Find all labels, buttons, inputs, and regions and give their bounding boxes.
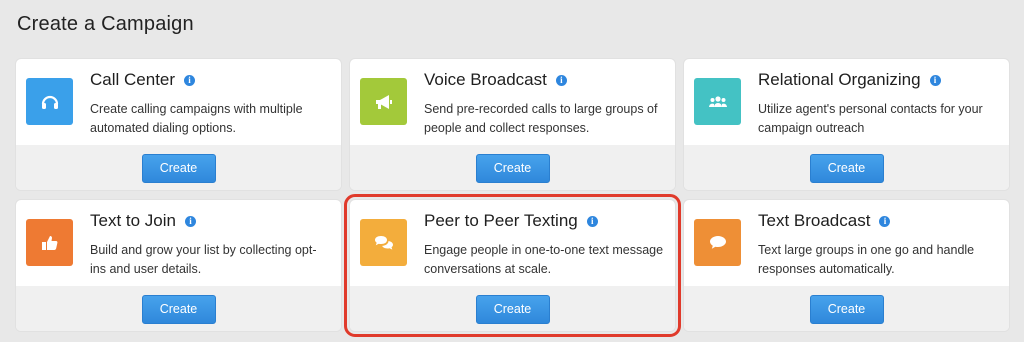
info-icon[interactable]: i xyxy=(929,74,941,86)
create-peer-to-peer-texting-button[interactable]: Create xyxy=(475,294,550,324)
info-icon[interactable]: i xyxy=(555,74,567,86)
megaphone-icon xyxy=(360,78,407,125)
card-title: Peer to Peer Texting xyxy=(424,211,578,230)
campaign-card-voice-broadcast: Voice Broadcast i Send pre-recorded call… xyxy=(350,59,675,190)
create-call-center-button[interactable]: Create xyxy=(141,153,216,183)
card-title: Text Broadcast xyxy=(758,211,871,230)
card-title: Relational Organizing xyxy=(758,70,921,89)
info-icon[interactable]: i xyxy=(586,215,598,227)
card-title: Text to Join xyxy=(90,211,176,230)
campaign-card-text-to-join: Text to Join i Build and grow your list … xyxy=(16,200,341,331)
thumbs-up-icon xyxy=(26,219,73,266)
info-icon[interactable]: i xyxy=(185,215,196,227)
campaign-card-peer-to-peer-texting: Peer to Peer Texting i Engage people in … xyxy=(344,194,681,337)
create-text-broadcast-button[interactable]: Create xyxy=(809,294,884,324)
create-relational-organizing-button[interactable]: Create xyxy=(809,153,884,183)
card-title: Voice Broadcast xyxy=(424,70,547,89)
card-description: Create calling campaigns with multiple a… xyxy=(90,102,303,135)
info-icon[interactable]: i xyxy=(184,74,196,86)
campaign-card-call-center: Call Center i Create calling campaigns w… xyxy=(16,59,341,190)
card-description: Engage people in one-to-one text message… xyxy=(424,243,664,276)
card-description: Build and grow your list by collecting o… xyxy=(90,243,317,276)
card-description: Utilize agent's personal contacts for yo… xyxy=(758,102,983,135)
card-description: Send pre-recorded calls to large groups … xyxy=(424,102,658,135)
create-text-to-join-button[interactable]: Create xyxy=(141,294,216,324)
card-title: Call Center xyxy=(90,70,176,89)
create-voice-broadcast-button[interactable]: Create xyxy=(475,153,550,183)
headset-icon xyxy=(26,78,73,125)
campaign-type-grid: Call Center i Create calling campaigns w… xyxy=(16,59,1009,337)
group-icon xyxy=(694,78,741,125)
speech-bubble-icon xyxy=(694,219,741,266)
chat-bubbles-icon xyxy=(360,219,407,266)
info-icon[interactable]: i xyxy=(879,215,891,227)
campaign-card-relational-organizing: Relational Organizing i Utilize agent's … xyxy=(684,59,1009,190)
card-description: Text large groups in one go and handle r… xyxy=(758,243,975,276)
campaign-card-text-broadcast: Text Broadcast i Text large groups in on… xyxy=(684,200,1009,331)
page-title: Create a Campaign xyxy=(17,13,194,35)
